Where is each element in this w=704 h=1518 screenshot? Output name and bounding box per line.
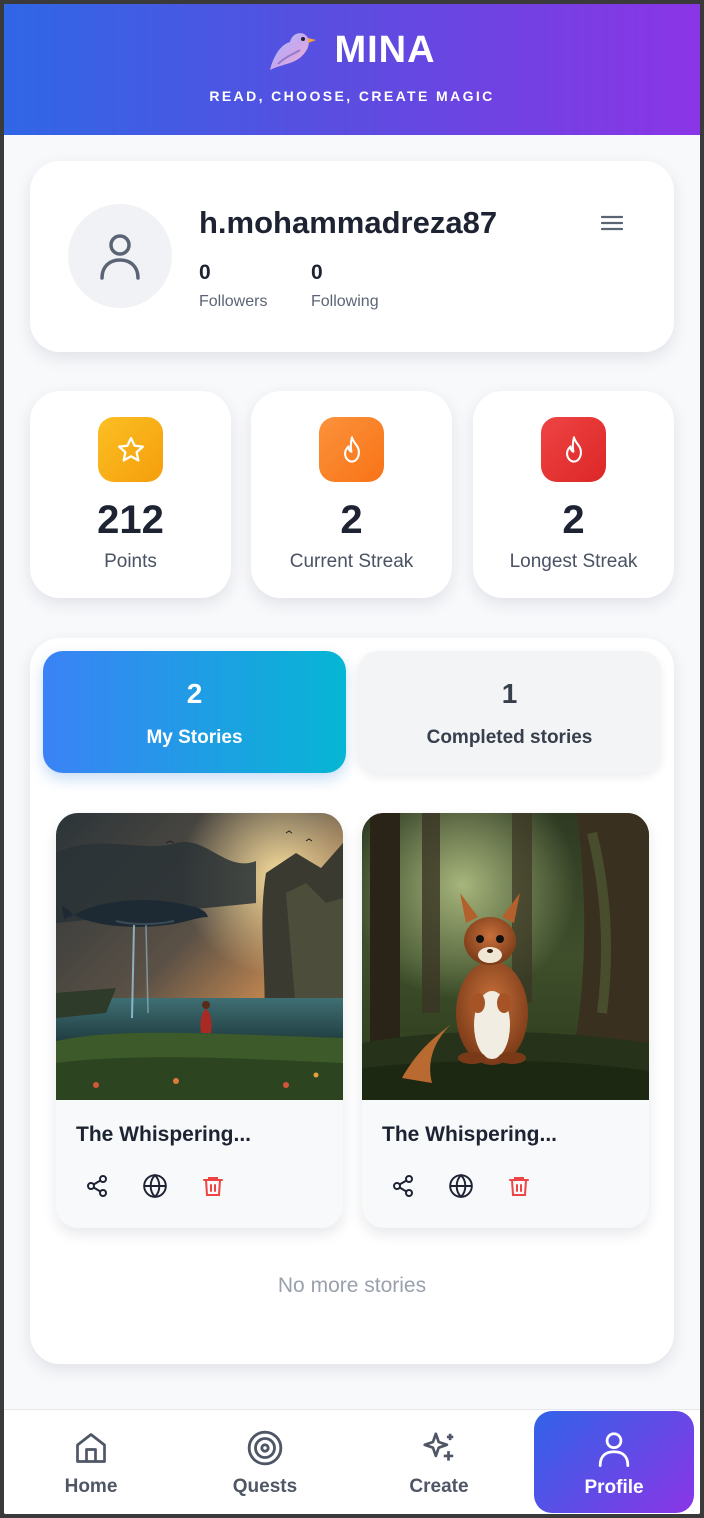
globe-icon — [449, 1173, 473, 1199]
current-streak-label: Current Streak — [289, 551, 414, 572]
target-icon — [247, 1430, 283, 1466]
stories-end-message: No more stories — [277, 1274, 427, 1297]
nav-label: Quests — [232, 1476, 298, 1497]
points-value: 212 — [97, 498, 164, 542]
story-actions — [82, 1171, 228, 1201]
following-label: Following — [311, 293, 379, 310]
profile-card: h.mohammadreza87 0 Followers 0 Following — [30, 161, 674, 352]
longest-streak-value: 2 — [562, 498, 585, 542]
user-icon — [598, 1432, 630, 1467]
bottom-nav: Home Quests Create Profile — [4, 1409, 700, 1514]
avatar[interactable] — [68, 204, 172, 308]
share-icon — [87, 1175, 107, 1197]
publish-button[interactable] — [446, 1171, 476, 1201]
stat-icon-badge — [541, 417, 606, 482]
story-card[interactable]: The Whispering... — [362, 813, 649, 1228]
share-button[interactable] — [82, 1171, 112, 1201]
longest-streak-label: Longest Streak — [509, 551, 638, 572]
points-label: Points — [104, 551, 157, 572]
followers-count: 0 — [199, 261, 211, 284]
following-stat[interactable]: 0 Following — [311, 261, 379, 311]
stat-card-current-streak: 2 Current Streak — [251, 391, 452, 598]
app-name: MINA — [334, 29, 436, 71]
stat-icon-badge — [319, 417, 384, 482]
sparkles-icon — [423, 1432, 454, 1461]
followers-label: Followers — [199, 293, 268, 310]
following-count: 0 — [311, 261, 323, 284]
brand: MINA — [268, 28, 435, 74]
tab-my-stories[interactable]: 2 My Stories — [43, 651, 346, 773]
menu-button[interactable] — [596, 207, 628, 239]
delete-button[interactable] — [504, 1171, 534, 1201]
nav-label: Home — [64, 1476, 118, 1497]
hamburger-menu-icon — [601, 215, 623, 231]
tab-count: 1 — [501, 678, 518, 709]
publish-button[interactable] — [140, 1171, 170, 1201]
delete-button[interactable] — [198, 1171, 228, 1201]
story-title: The Whispering... — [76, 1123, 252, 1146]
app-frame: MINA READ, CHOOSE, CREATE MAGIC h.mohamm… — [4, 4, 700, 1514]
share-icon — [393, 1175, 413, 1197]
story-cover-image[interactable] — [56, 813, 343, 1100]
nav-label: Create — [409, 1476, 469, 1497]
stat-card-points: 212 Points — [30, 391, 231, 598]
followers-stat[interactable]: 0 Followers — [199, 261, 267, 311]
tab-completed-stories[interactable]: 1 Completed stories — [358, 651, 661, 773]
trash-icon — [203, 1177, 223, 1196]
current-streak-value: 2 — [340, 498, 363, 542]
tab-label: Completed stories — [426, 727, 593, 748]
nav-label: Profile — [584, 1477, 644, 1498]
tab-count: 2 — [186, 678, 203, 709]
stories-section: 2 My Stories 1 Completed stories The Whi… — [30, 638, 674, 1364]
username: h.mohammadreza87 — [199, 205, 498, 240]
tab-label: My Stories — [146, 727, 243, 748]
nav-item-profile[interactable]: Profile — [534, 1411, 694, 1513]
flame-icon — [565, 435, 582, 463]
nav-item-create[interactable]: Create — [359, 1410, 519, 1514]
story-title: The Whispering... — [382, 1123, 558, 1146]
share-button[interactable] — [388, 1171, 418, 1201]
app-header: MINA READ, CHOOSE, CREATE MAGIC — [4, 4, 700, 135]
nav-item-home[interactable]: Home — [11, 1410, 171, 1514]
stat-icon-badge — [98, 417, 163, 482]
globe-icon — [143, 1173, 167, 1199]
bird-icon — [270, 32, 317, 70]
flame-icon — [343, 435, 360, 463]
home-icon — [76, 1433, 106, 1463]
trash-icon — [509, 1177, 529, 1196]
user-icon — [100, 234, 140, 280]
stat-card-longest-streak: 2 Longest Streak — [473, 391, 674, 598]
story-card[interactable]: The Whispering... — [56, 813, 343, 1228]
story-actions — [388, 1171, 534, 1201]
app-tagline: READ, CHOOSE, CREATE MAGIC — [209, 87, 495, 104]
star-icon — [117, 436, 144, 462]
story-cover-image[interactable] — [362, 813, 649, 1100]
nav-item-quests[interactable]: Quests — [185, 1410, 345, 1514]
